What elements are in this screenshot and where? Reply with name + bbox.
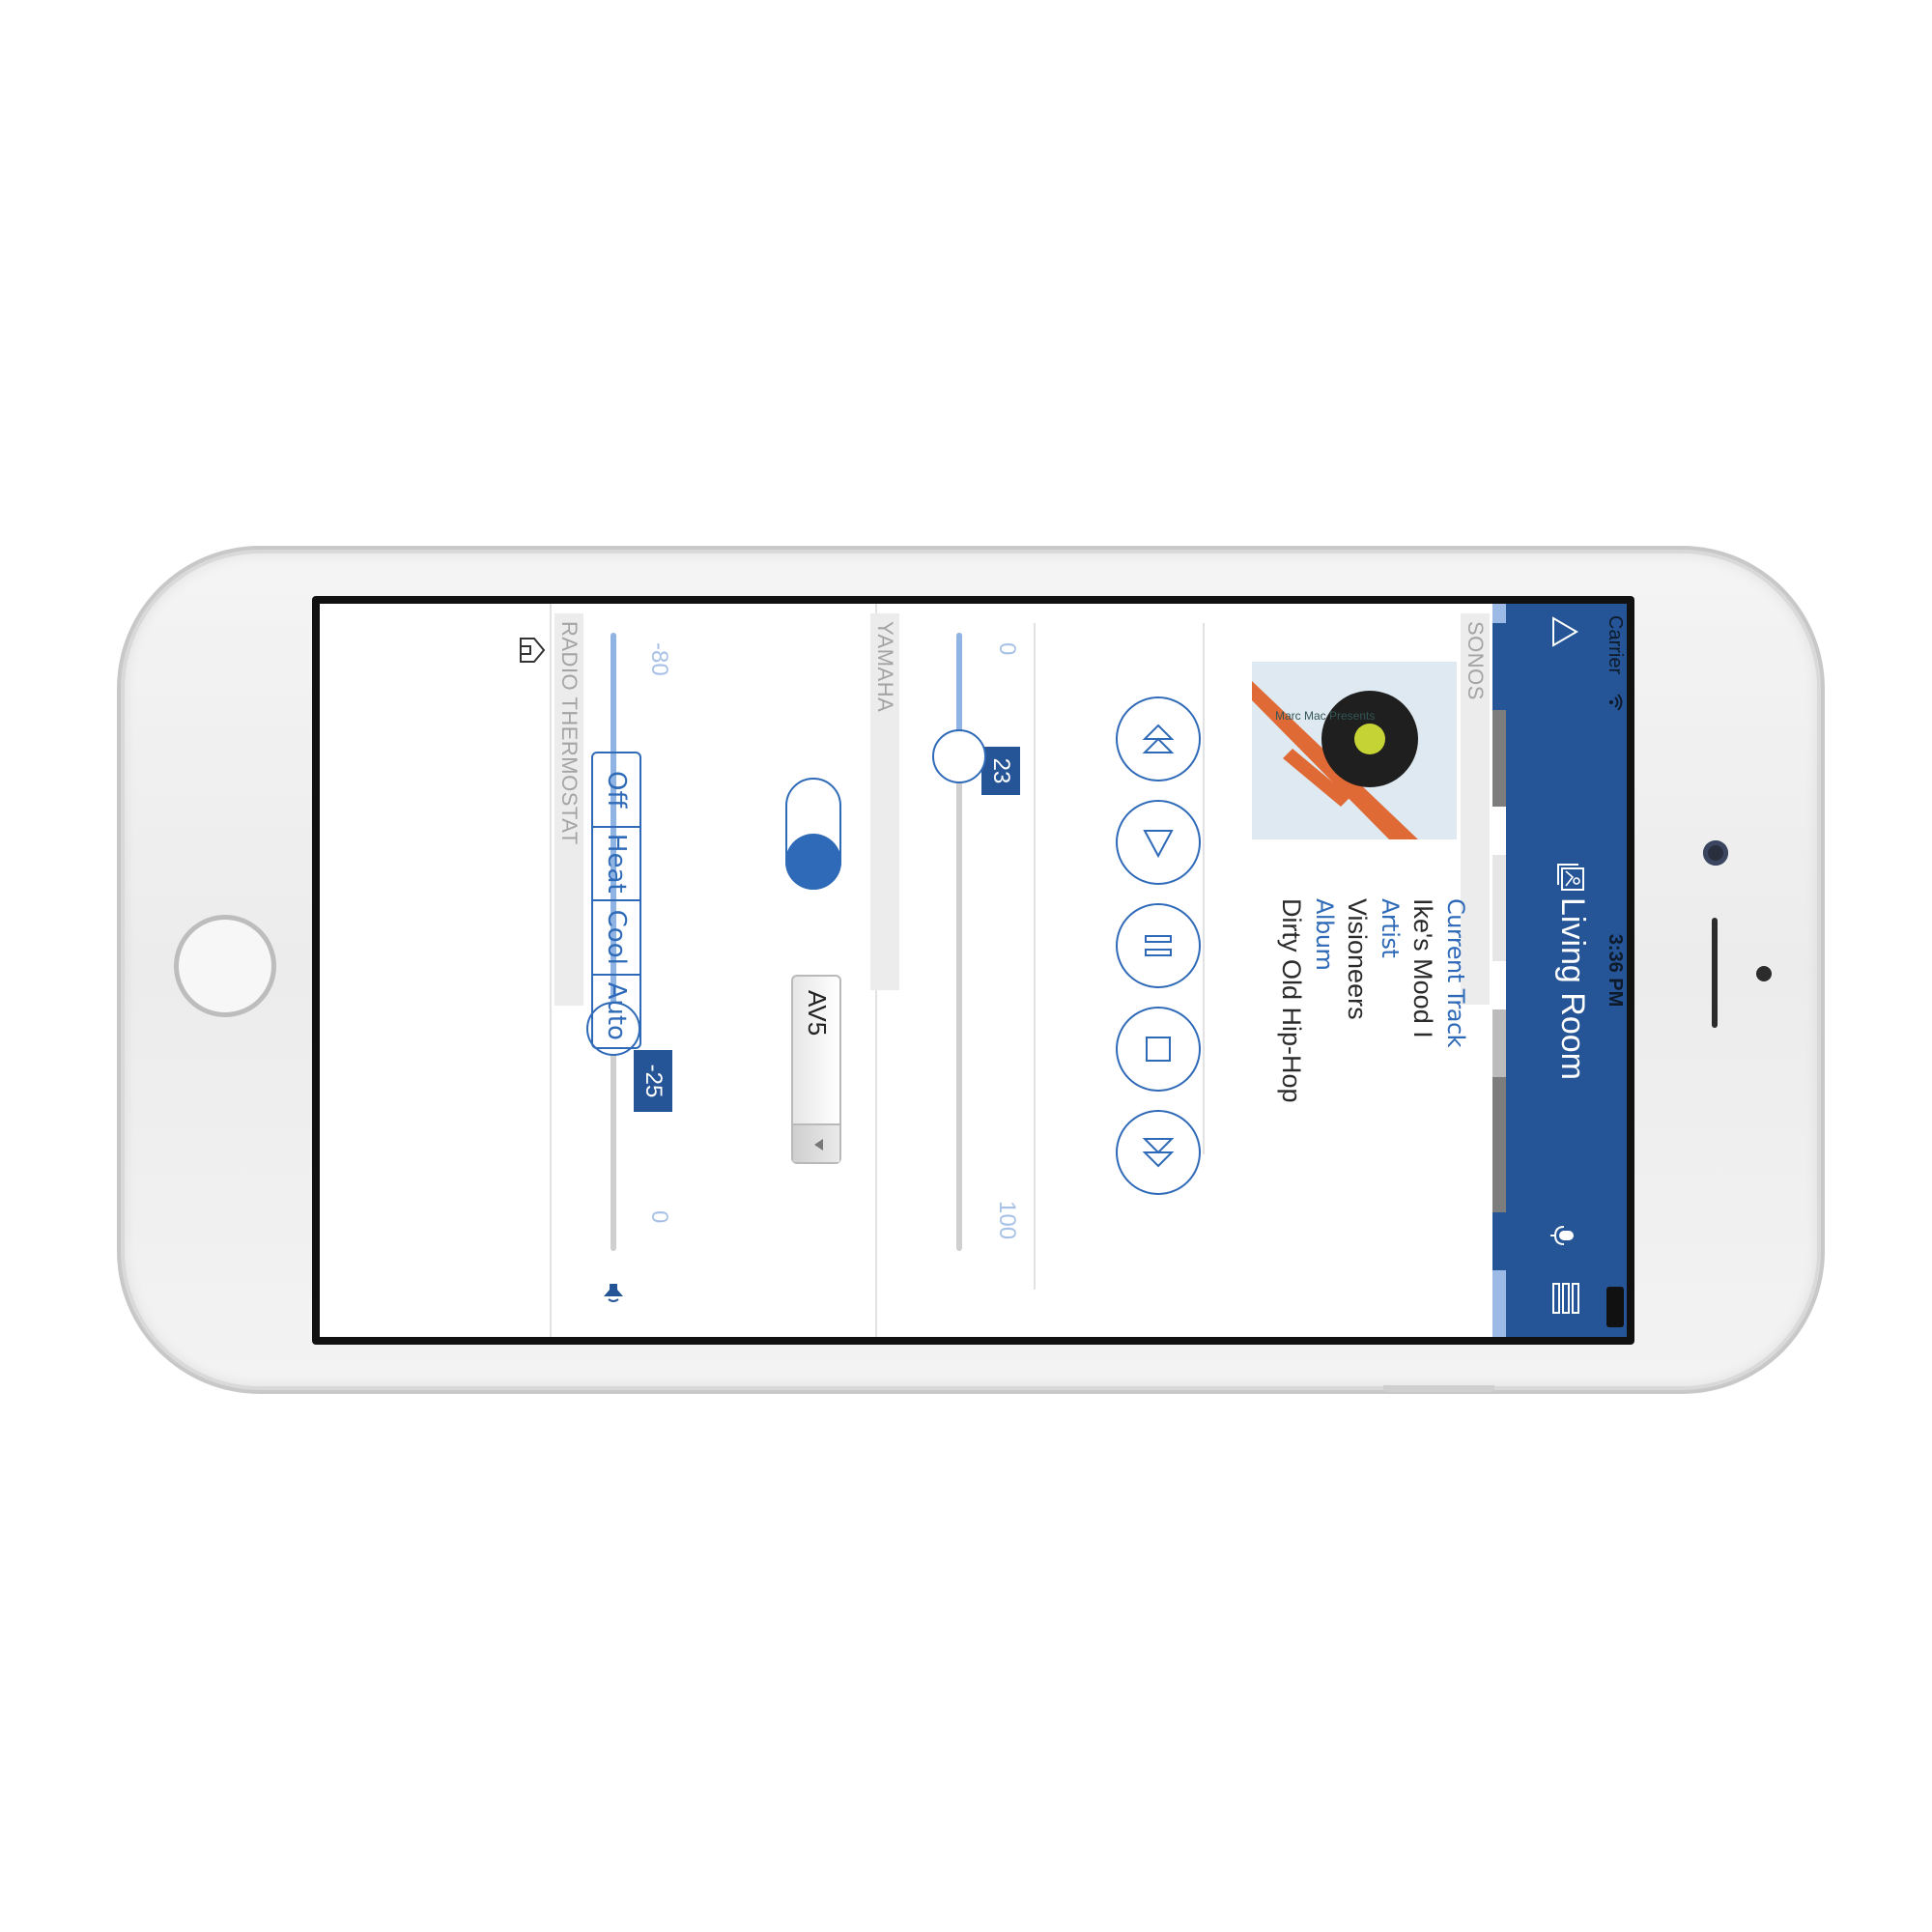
yamaha-power-toggle[interactable] — [785, 778, 841, 890]
back-triangle-icon[interactable] — [1548, 615, 1581, 648]
section-label-yamaha: YAMAHA — [870, 613, 899, 990]
mode-heat[interactable]: Heat — [593, 827, 639, 901]
home-icon[interactable] — [515, 633, 550, 668]
proximity-sensor — [1756, 966, 1772, 981]
section-label-thermostat: RADIO THERMOSTAT — [554, 613, 583, 1006]
play-icon — [1143, 830, 1174, 859]
status-bar: Carrier 3:36 PM — [1603, 604, 1627, 1337]
skip-previous-icon — [1142, 724, 1175, 753]
mode-off[interactable]: Off — [593, 753, 639, 828]
power-button — [1383, 1385, 1494, 1392]
current-track-value: Ike's Mood I — [1408, 898, 1437, 1038]
mode-auto[interactable]: Auto — [593, 976, 639, 1048]
next-button[interactable] — [1116, 1110, 1201, 1195]
page-title: Living Room — [1554, 897, 1591, 1080]
album-label: Album — [1311, 898, 1338, 971]
room-tab[interactable] — [1492, 1077, 1506, 1212]
play-button[interactable] — [1116, 800, 1201, 885]
mode-cool[interactable]: Cool — [593, 901, 639, 976]
room-tab[interactable] — [1492, 604, 1506, 623]
previous-button[interactable] — [1116, 696, 1201, 781]
divider — [550, 604, 552, 1337]
divider — [1203, 623, 1205, 1154]
status-time: 3:36 PM — [1605, 933, 1626, 1008]
home-button — [174, 915, 276, 1017]
room-tab[interactable] — [1492, 710, 1506, 807]
sonos-volume-max: 100 — [994, 1201, 1020, 1240]
toggle-knob — [785, 834, 841, 890]
album-art: Marc Mac Presents — [1252, 662, 1457, 839]
battery-icon — [1606, 1287, 1624, 1327]
album-value: Dirty Old Hip-Hop — [1277, 898, 1306, 1103]
pause-button[interactable] — [1116, 903, 1201, 988]
phone-screen: Carrier 3:36 PM Living Room SONOS Marc M… — [320, 604, 1627, 1337]
input-select-value: AV5 — [803, 990, 832, 1037]
yamaha-volume-value: -25 — [634, 1050, 672, 1112]
thermostat-mode-selector: Off Heat Cool Auto — [591, 752, 641, 1049]
microphone-icon[interactable] — [1548, 1222, 1576, 1249]
room-photo-icon[interactable] — [1556, 863, 1585, 892]
yamaha-input-select[interactable]: AV5 — [791, 975, 841, 1164]
artist-value: Visioneers — [1343, 898, 1372, 1020]
stop-icon — [1146, 1037, 1171, 1062]
album-art-graphic: Marc Mac Presents — [1252, 662, 1457, 839]
room-tab[interactable] — [1492, 1270, 1506, 1337]
app-header: Living Room — [1506, 604, 1603, 1337]
stop-button[interactable] — [1116, 1007, 1201, 1092]
room-tab[interactable] — [1492, 961, 1506, 1009]
app-view: Carrier 3:36 PM Living Room SONOS Marc M… — [320, 604, 1627, 1337]
divider — [1034, 623, 1036, 1290]
sonos-volume-value: 23 — [981, 747, 1020, 795]
room-tab-strip — [1492, 604, 1506, 1337]
svg-text:Marc Mac Presents: Marc Mac Presents — [1275, 709, 1375, 723]
sonos-volume-min: 0 — [994, 642, 1020, 656]
current-track-label: Current Track — [1442, 898, 1469, 1048]
room-tab[interactable] — [1492, 623, 1506, 710]
yamaha-volume-min: -80 — [646, 642, 672, 676]
artist-label: Artist — [1377, 898, 1404, 958]
sonos-volume-thumb[interactable] — [932, 729, 986, 783]
yamaha-volume-max: 0 — [646, 1210, 672, 1224]
menu-bars-icon[interactable] — [1550, 1282, 1581, 1315]
front-camera — [1703, 840, 1728, 866]
room-tab[interactable] — [1492, 807, 1506, 855]
room-tab[interactable] — [1492, 1212, 1506, 1270]
earpiece-speaker — [1712, 918, 1718, 1028]
pause-icon — [1145, 935, 1172, 956]
chevron-down-icon — [793, 1123, 839, 1162]
room-tab-selected[interactable] — [1492, 855, 1506, 961]
track-metadata: Current Track Ike's Mood I Artist Vision… — [1275, 898, 1472, 1103]
skip-next-icon — [1142, 1138, 1175, 1168]
room-tab[interactable] — [1492, 1009, 1506, 1077]
